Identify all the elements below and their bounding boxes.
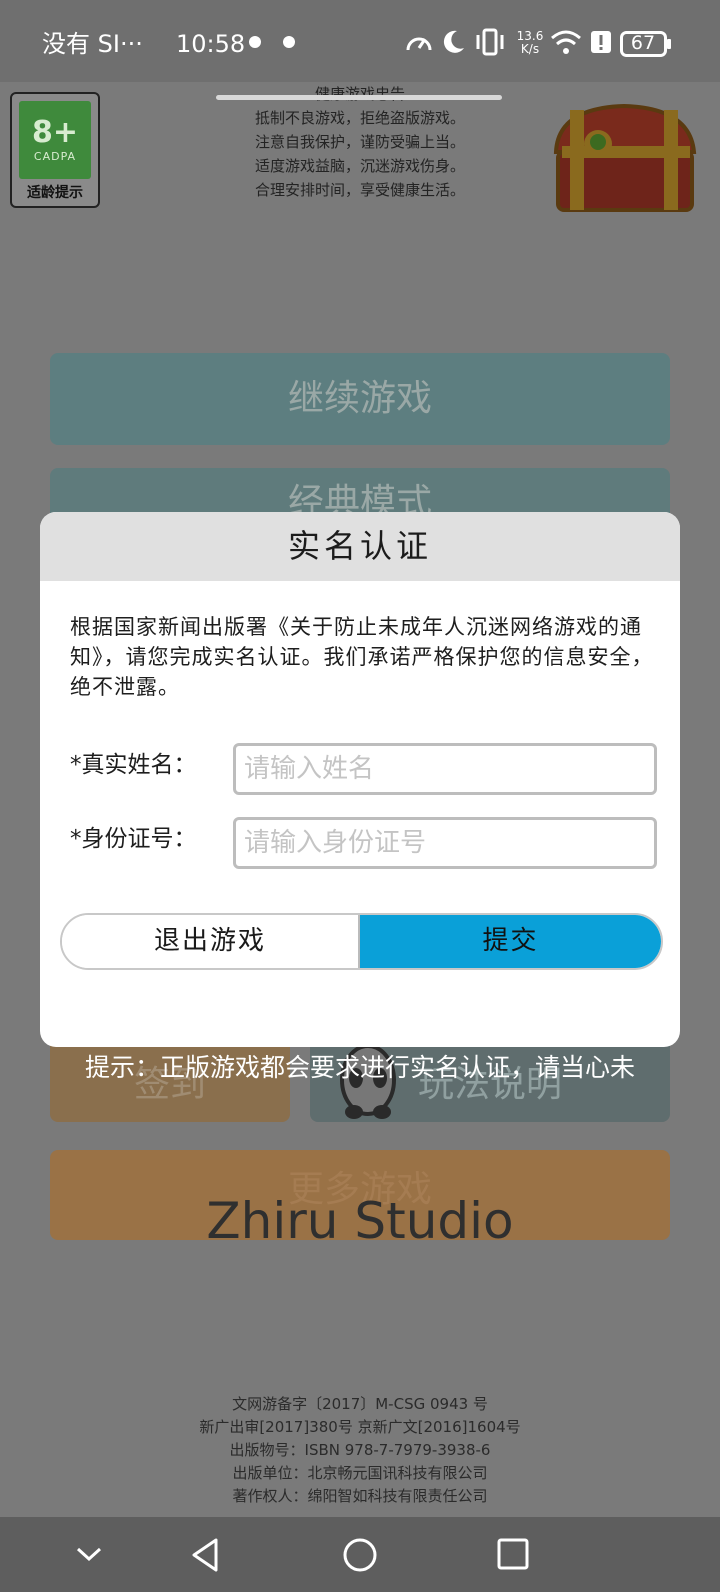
moon-icon [440, 28, 466, 60]
carrier-text: 没有 SI··· [42, 30, 143, 58]
footer-line: 著作权人：绵阳智如科技有限责任公司 [232, 1487, 488, 1505]
marquee-notice: 提示：正版游戏都会要求进行实名认证，请当心未 [84, 1053, 635, 1082]
dialog-button-group: 退出游戏 提交 [60, 913, 663, 970]
dialog-description: 根据国家新闻出版署《关于防止未成年人沉迷网络游戏的通知》，请您完成实名认证。我们… [70, 615, 654, 699]
continue-game-button[interactable]: 继续游戏 [50, 353, 670, 445]
studio-logo-text: Zhiru Studio [206, 1192, 514, 1250]
name-field-label: *真实姓名： [70, 752, 197, 778]
health-notice-line: 抵制不良游戏，拒绝盗版游戏。 [254, 109, 465, 127]
footer-line: 出版单位：北京畅元国讯科技有限公司 [232, 1464, 488, 1482]
exit-game-button[interactable]: 退出游戏 [62, 915, 360, 968]
weather-icon [280, 34, 298, 54]
status-bar: 没有 SI··· 10:58 13.6 K/s 67 [0, 0, 720, 82]
rating-org: CADPA [33, 150, 77, 163]
publication-footer: 文网游备字〔2017〕M-CSG 0943 号 新广出审[2017]380号 京… [100, 1393, 620, 1508]
battery-icon: 67 [620, 30, 672, 62]
back-icon[interactable] [188, 1537, 222, 1577]
battery-level: 67 [630, 32, 656, 54]
weather-icon [246, 34, 264, 54]
vibrate-icon [474, 28, 506, 60]
navigation-bar [0, 1517, 720, 1592]
recents-icon[interactable] [496, 1537, 530, 1575]
health-notice-line: 适度游戏益脑，沉迷游戏伤身。 [254, 157, 465, 175]
treasure-chest-icon[interactable] [548, 102, 700, 224]
net-speed: 13.6 K/s [516, 29, 544, 56]
health-notice: 健康游戏忠告 抵制不良游戏，拒绝盗版游戏。 注意自我保护，谨防受骗上当。 适度游… [200, 82, 520, 202]
age-rating-badge: 8+ CADPA 适龄提示 [10, 92, 100, 208]
gesture-handle[interactable] [216, 95, 502, 100]
footer-line: 出版物号：ISBN 978-7-7979-3938-6 [229, 1441, 491, 1459]
collapse-chevron-icon[interactable] [74, 1541, 104, 1571]
age-hint: 适龄提示 [27, 185, 83, 201]
submit-button[interactable]: 提交 [360, 915, 661, 968]
id-field-label: *身份证号： [70, 826, 197, 852]
health-notice-line: 合理安排时间，享受健康生活。 [254, 181, 465, 199]
health-notice-title: 健康游戏忠告 [314, 85, 405, 103]
id-number-input[interactable] [233, 817, 657, 869]
home-icon[interactable] [342, 1537, 378, 1577]
footer-line: 新广出审[2017]380号 京新广文[2016]1604号 [199, 1418, 521, 1436]
real-name-auth-dialog: 实名认证 根据国家新闻出版署《关于防止未成年人沉迷网络游戏的通知》，请您完成实名… [40, 512, 680, 1047]
wifi-icon [550, 28, 582, 60]
alert-icon [590, 28, 612, 60]
health-notice-line: 注意自我保护，谨防受骗上当。 [254, 133, 465, 151]
age-rating: 8+ [31, 115, 78, 150]
clock-time: 10:58 [176, 30, 246, 58]
dialog-title: 实名认证 [40, 512, 680, 581]
name-input[interactable] [233, 743, 657, 795]
speed-icon [404, 28, 434, 62]
footer-line: 文网游备字〔2017〕M-CSG 0943 号 [232, 1395, 488, 1413]
